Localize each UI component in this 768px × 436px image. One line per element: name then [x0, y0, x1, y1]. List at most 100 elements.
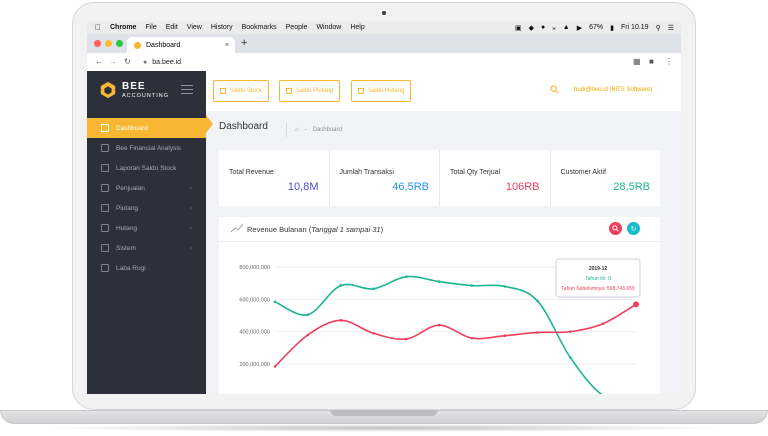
button-label: Saldo Hutang [368, 88, 405, 94]
page-header: Dashboard ⌂ - Dashboard [206, 111, 681, 143]
back-arrow-icon[interactable]: ← [95, 57, 103, 66]
menu-view[interactable]: View [187, 24, 202, 31]
data-point[interactable] [437, 323, 441, 327]
brand-logo[interactable]: BEE ACCOUNTING [87, 71, 206, 111]
menu-bookmarks[interactable]: Bookmarks [242, 24, 277, 31]
spotlight-icon[interactable]: ⚲ [656, 24, 661, 32]
stat-label: Total Qty Terjual [450, 169, 501, 176]
y-tick-label: 400,000,000 [239, 330, 270, 336]
stat-total-qty: Total Qty Terjual 106RB [440, 150, 551, 206]
sidebar-item-penjualan[interactable]: Penjualan › [87, 178, 206, 198]
stat-jumlah-transaksi: Jumlah Transaksi 46,5RB [330, 150, 440, 206]
app-topbar: Saldo Stock Saldo Piutang Saldo Hutang b… [206, 71, 681, 111]
menu-app-name[interactable]: Chrome [110, 24, 136, 31]
data-point[interactable] [470, 336, 474, 340]
bell-icon[interactable]: ● [541, 24, 545, 31]
data-point[interactable] [273, 365, 277, 368]
data-point[interactable] [601, 322, 605, 325]
sidebar-item-piutang[interactable]: Piutang › [87, 198, 206, 218]
data-point[interactable] [503, 334, 507, 338]
data-point[interactable] [339, 284, 342, 287]
clock[interactable]: Fri 10.19 [621, 24, 649, 31]
user-account[interactable]: budi@bee.id (BITS Software) [574, 87, 652, 93]
saldo-piutang-button[interactable]: Saldo Piutang [279, 80, 341, 102]
chevron-right-icon: › [189, 244, 192, 252]
dashboard-icon [101, 124, 109, 132]
button-label: Saldo Piutang [296, 88, 334, 94]
data-point[interactable] [306, 313, 310, 316]
stat-value: 28,5RB [613, 181, 650, 193]
close-tab-icon[interactable]: × [225, 42, 229, 49]
button-label: Saldo Stock [230, 88, 263, 94]
minimize-window-button[interactable] [105, 40, 112, 47]
data-point[interactable] [503, 285, 507, 288]
new-tab-button[interactable]: + [241, 37, 247, 49]
data-point[interactable] [273, 300, 277, 304]
menu-window[interactable]: Window [316, 24, 341, 31]
brand-name: BEE [122, 81, 146, 92]
data-point[interactable] [437, 280, 441, 283]
menu-edit[interactable]: Edit [166, 24, 178, 31]
sidebar-item-financial-analysis[interactable]: Bee Financial Analysis [87, 138, 206, 158]
data-point[interactable] [339, 319, 342, 322]
home-icon[interactable]: ⌂ [295, 127, 299, 133]
sidebar-item-laba-rugi[interactable]: Laba Rugi [87, 258, 206, 278]
menu-people[interactable]: People [286, 24, 308, 31]
data-point[interactable] [404, 337, 408, 341]
menu-file[interactable]: File [145, 24, 156, 31]
address-bar[interactable]: ● ba.bee.id [143, 56, 613, 68]
stat-customer-aktif: Customer Aktif 28,5RB [551, 150, 661, 206]
refresh-chart-button[interactable]: ↻ [627, 222, 640, 235]
wifi-icon[interactable]: ▲ [563, 24, 570, 31]
translate-icon[interactable]: ▦ [633, 57, 641, 66]
browser-tab[interactable]: Dashboard × [127, 37, 235, 53]
sidebar-item-sistem[interactable]: Sistem › [87, 238, 206, 258]
breadcrumb-current: Dashboard [312, 127, 342, 133]
chevron-right-icon: › [189, 224, 192, 232]
search-chart-button[interactable] [609, 222, 622, 235]
data-point[interactable] [470, 284, 474, 287]
more-menu-icon[interactable]: ⋮ [665, 57, 673, 66]
breadcrumb-separator: - [304, 127, 307, 133]
data-point[interactable] [372, 331, 375, 335]
dropbox-icon[interactable]: ◆ [529, 24, 534, 32]
data-point[interactable] [569, 356, 572, 359]
line-chart-icon [231, 223, 243, 233]
document-icon [220, 88, 226, 94]
series-line[interactable] [274, 303, 637, 368]
apple-icon[interactable]:  [95, 23, 101, 32]
data-point[interactable] [372, 287, 375, 291]
reload-icon[interactable]: ↻ [124, 57, 131, 66]
list-icon[interactable]: ☰ [668, 24, 674, 32]
profile-icon[interactable]: ■ [649, 57, 654, 66]
stat-value: 10,8M [287, 181, 319, 193]
search-icon[interactable] [550, 85, 559, 94]
sidebar-item-dashboard[interactable]: Dashboard [87, 118, 206, 138]
laptop-shadow [40, 424, 728, 432]
close-window-button[interactable] [94, 40, 101, 47]
menu-history[interactable]: History [211, 24, 233, 31]
screen-icon[interactable]: ▣ [515, 24, 522, 32]
battery-level[interactable]: 67% [589, 24, 603, 31]
saldo-stock-button[interactable]: Saldo Stock [213, 80, 270, 102]
data-point[interactable] [404, 275, 408, 278]
saldo-hutang-button[interactable]: Saldo Hutang [351, 80, 412, 102]
forward-arrow-icon[interactable]: → [109, 57, 117, 66]
sidebar-item-saldo-stock[interactable]: Laporan Saldo Stock [87, 158, 206, 178]
bee-favicon-icon [134, 41, 141, 49]
data-point[interactable] [633, 301, 639, 308]
document-icon [286, 88, 292, 94]
chart-title-prefix: Revenue Bulanan ( [247, 225, 312, 234]
data-point[interactable] [536, 331, 539, 334]
volume-icon[interactable]: ▶ [577, 24, 582, 32]
brand-subtitle: ACCOUNTING [122, 93, 169, 99]
sidebar-item-hutang[interactable]: Hutang › [87, 218, 206, 238]
hamburger-menu-icon[interactable] [181, 85, 193, 97]
data-point[interactable] [569, 330, 572, 333]
menu-help[interactable]: Help [350, 24, 364, 31]
bluetooth-icon[interactable]: ⁎ [552, 24, 556, 32]
maximize-window-button[interactable] [116, 40, 123, 47]
breadcrumb: ⌂ - Dashboard [286, 123, 342, 137]
data-point[interactable] [536, 299, 539, 303]
data-point[interactable] [306, 333, 310, 337]
